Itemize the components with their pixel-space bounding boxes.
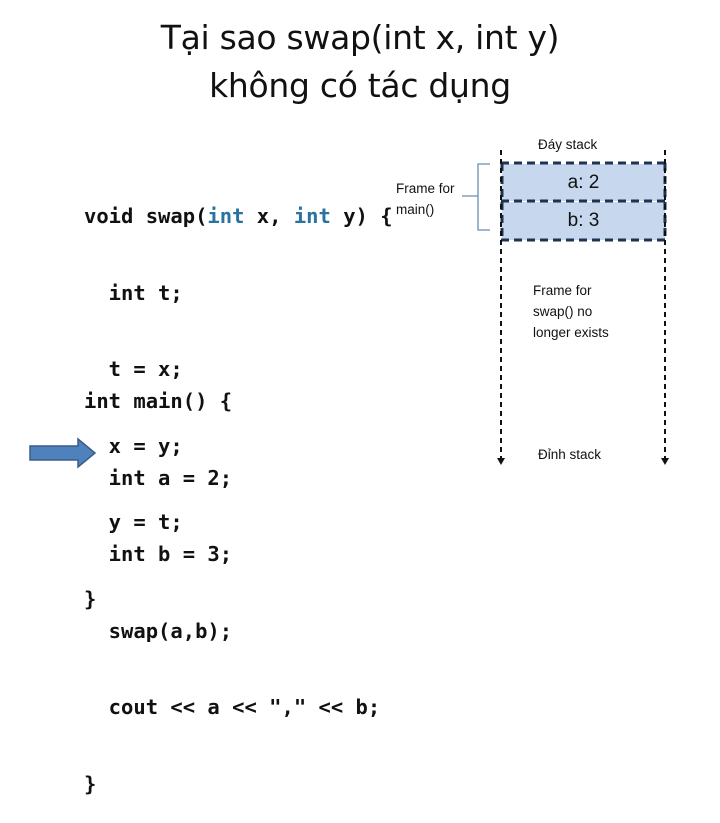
frame-brace: [462, 163, 490, 231]
current-line-arrow-icon: [29, 437, 97, 469]
current-code-line: cout << a << "," << b;: [84, 695, 381, 719]
code-line: int b = 3;: [84, 542, 233, 566]
stack-box-borders: [500, 161, 667, 242]
diagram-overlay: [29, 150, 669, 469]
stack-left-arrowhead: [497, 458, 505, 465]
stack-right-arrowhead: [661, 458, 669, 465]
code-line: }: [84, 771, 97, 796]
code-line: swap(a,b);: [84, 618, 233, 643]
